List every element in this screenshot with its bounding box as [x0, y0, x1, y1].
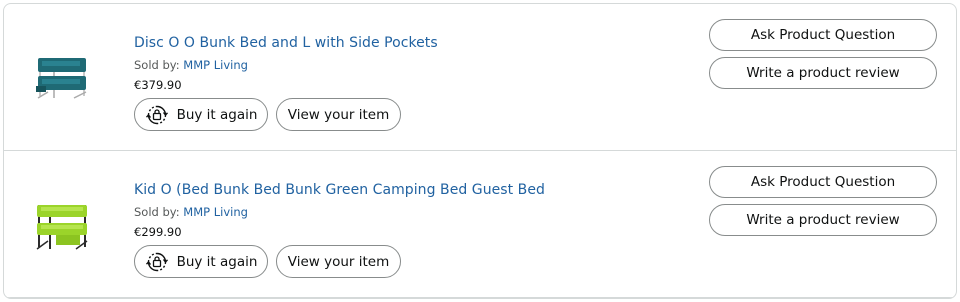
write-review-button[interactable]: Write a product review: [709, 57, 937, 89]
product-title-link[interactable]: Kid O (Bed Bunk Bed Bunk Green Camping B…: [134, 182, 545, 198]
product-price: €379.90: [134, 78, 182, 92]
buy-again-button[interactable]: Buy it again: [134, 245, 268, 278]
seller-link[interactable]: MMP Living: [183, 205, 248, 219]
ask-product-question-button[interactable]: Ask Product Question: [709, 19, 937, 51]
product-image[interactable]: [34, 191, 90, 251]
buy-again-label: Buy it again: [176, 106, 258, 123]
reorder-cycle-icon: [145, 250, 169, 274]
sold-by-label: Sold by:: [134, 58, 180, 72]
buy-again-button[interactable]: Buy it again: [134, 98, 268, 131]
product-image[interactable]: [34, 42, 90, 102]
product-title-link[interactable]: Disc O O Bunk Bed and L with Side Pocket…: [134, 35, 438, 51]
ask-product-question-button[interactable]: Ask Product Question: [709, 166, 937, 198]
order-row: Kid O (Bed Bunk Bed Bunk Green Camping B…: [4, 151, 956, 297]
sold-by-label: Sold by:: [134, 205, 180, 219]
sold-by-line: Sold by: MMP Living: [134, 205, 248, 219]
seller-link[interactable]: MMP Living: [183, 58, 248, 72]
product-price: €299.90: [134, 225, 182, 239]
buy-again-label: Buy it again: [176, 253, 258, 270]
view-item-button[interactable]: View your item: [276, 245, 401, 278]
view-item-button[interactable]: View your item: [276, 98, 401, 131]
orders-panel: Disc O O Bunk Bed and L with Side Pocket…: [3, 3, 957, 299]
reorder-cycle-icon: [145, 103, 169, 127]
row-divider: [4, 297, 956, 298]
order-row: Disc O O Bunk Bed and L with Side Pocket…: [4, 4, 956, 151]
sold-by-line: Sold by: MMP Living: [134, 58, 248, 72]
write-review-button[interactable]: Write a product review: [709, 204, 937, 236]
